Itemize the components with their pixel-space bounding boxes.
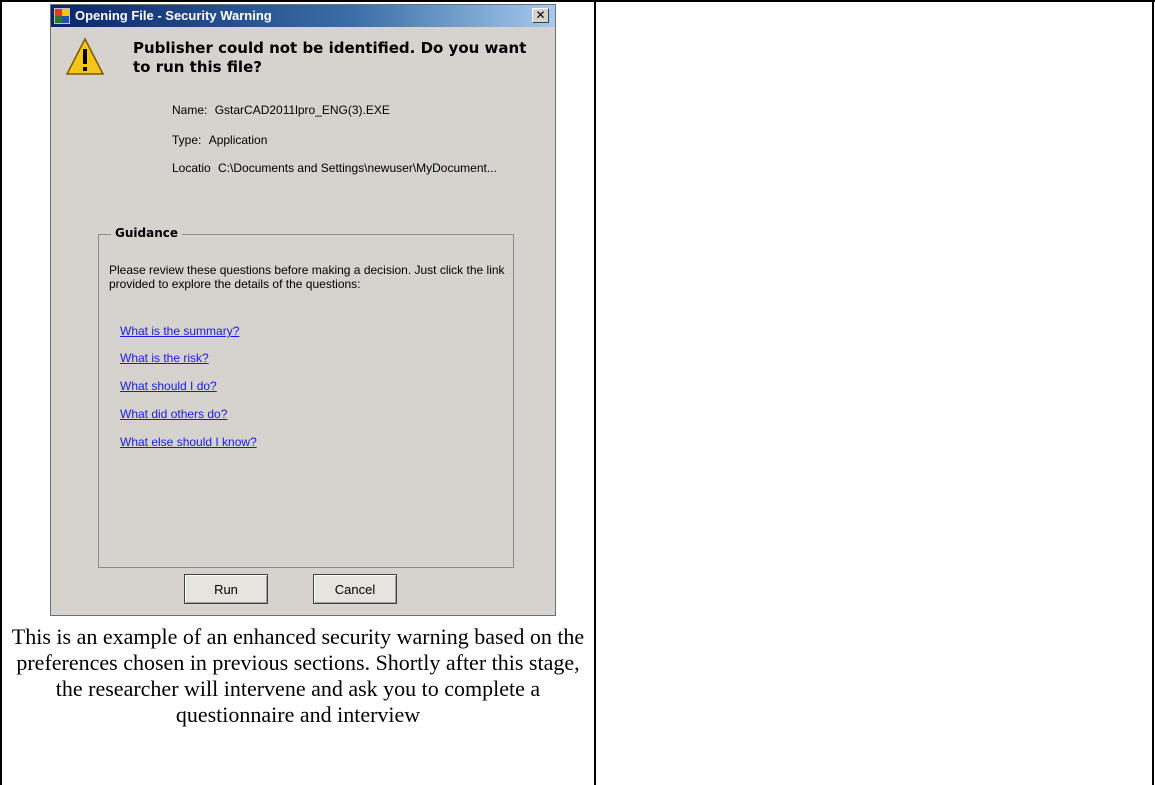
file-type-field: Type: Application xyxy=(172,133,267,147)
file-location-label: Locatio xyxy=(172,161,211,175)
link-what-else[interactable]: What else should I know? xyxy=(120,435,257,449)
window-app-icon xyxy=(54,8,70,24)
table-column-divider xyxy=(594,0,596,785)
close-icon[interactable]: ✕ xyxy=(532,8,549,23)
dialog-titlebar[interactable]: Opening File - Security Warning ✕ xyxy=(51,5,555,27)
file-location-field: Locatio C:\Documents and Settings\newuse… xyxy=(172,161,497,175)
file-name-label: Name: xyxy=(172,103,208,117)
warning-headline: Publisher could not be identified. Do yo… xyxy=(133,39,527,76)
link-summary[interactable]: What is the summary? xyxy=(120,324,239,338)
guidance-groupbox: Guidance Please review these questions b… xyxy=(98,226,514,568)
security-warning-dialog: Opening File - Security Warning ✕ Publis… xyxy=(50,4,556,616)
guidance-legend: Guidance xyxy=(111,226,182,240)
file-type-label: Type: xyxy=(172,133,202,147)
link-what-should-i-do[interactable]: What should I do? xyxy=(120,379,217,393)
file-name-value: GstarCAD2011lpro_ENG(3).EXE xyxy=(214,103,390,117)
cancel-button[interactable]: Cancel xyxy=(313,574,397,604)
figure-caption: This is an example of an enhanced securi… xyxy=(11,624,585,727)
table-right-border xyxy=(1152,0,1154,785)
file-location-value: C:\Documents and Settings\newuser\MyDocu… xyxy=(218,161,497,175)
file-name-field: Name: GstarCAD2011lpro_ENG(3).EXE xyxy=(172,103,390,117)
guidance-description: Please review these questions before mak… xyxy=(109,263,505,291)
file-type-value: Application xyxy=(208,133,268,147)
link-risk[interactable]: What is the risk? xyxy=(120,351,209,365)
link-what-did-others-do[interactable]: What did others do? xyxy=(120,407,227,421)
run-button[interactable]: Run xyxy=(184,574,268,604)
table-top-border xyxy=(0,0,1155,2)
warning-triangle-icon xyxy=(65,37,105,75)
dialog-title: Opening File - Security Warning xyxy=(75,8,272,23)
